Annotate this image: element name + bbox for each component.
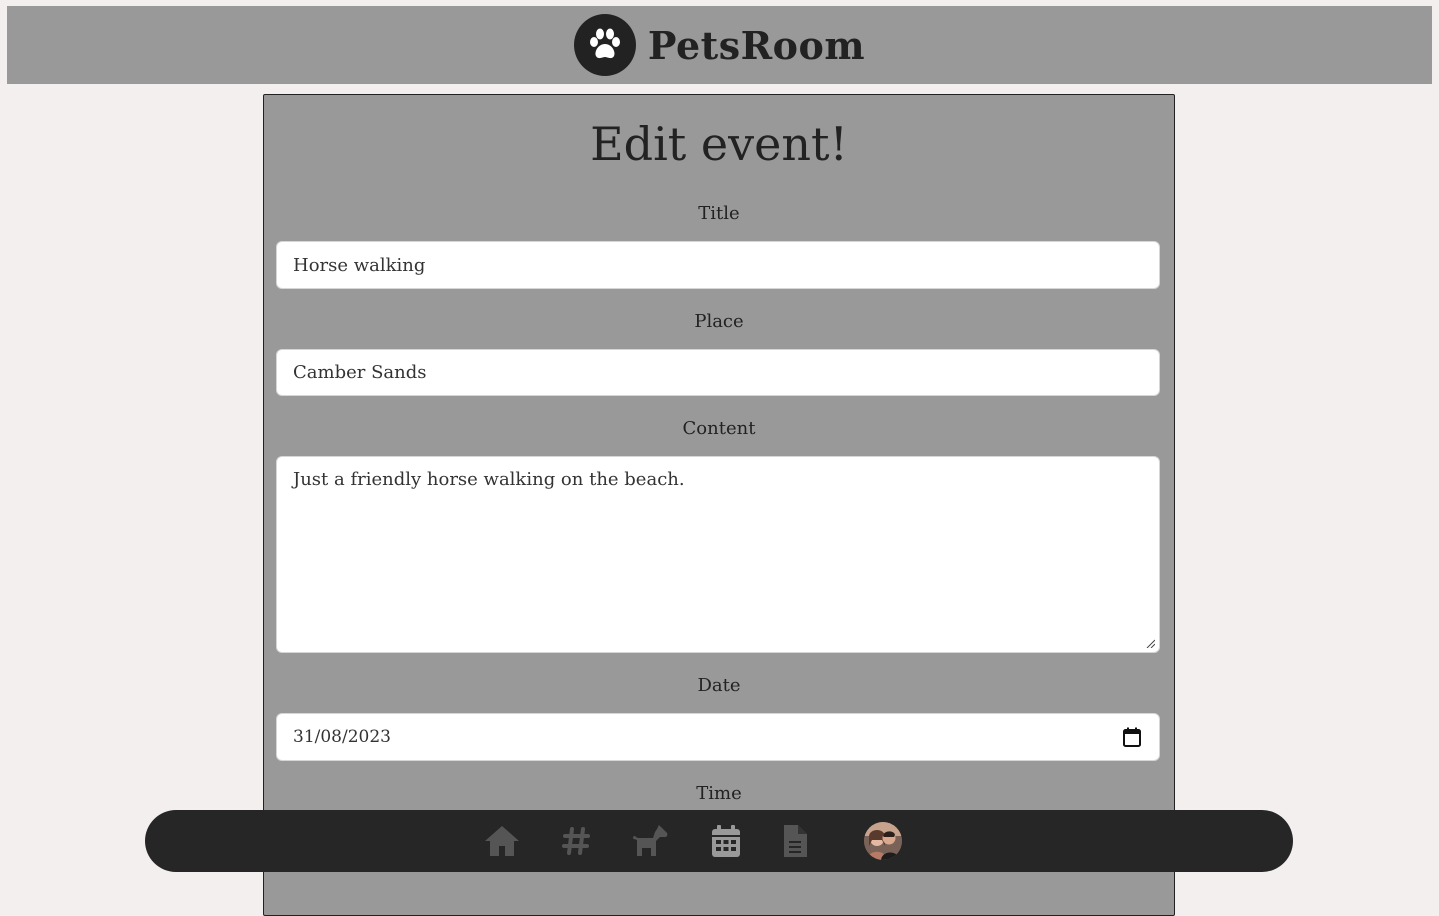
- calendar-icon: [712, 825, 740, 857]
- content-label: Content: [682, 418, 756, 439]
- date-label: Date: [697, 675, 741, 696]
- time-label: Time: [696, 783, 742, 804]
- bottom-navbar: [145, 810, 1293, 872]
- nav-feed[interactable]: [557, 822, 595, 860]
- home-icon: [485, 826, 519, 856]
- date-input-value: 31/08/2023: [293, 727, 391, 747]
- nav-events[interactable]: [707, 822, 745, 860]
- place-input[interactable]: Camber Sands: [276, 349, 1160, 396]
- date-input[interactable]: 31/08/2023: [276, 713, 1160, 761]
- resize-grip-icon[interactable]: [1145, 638, 1155, 648]
- content-textarea-value: Just a friendly horse walking on the bea…: [293, 469, 685, 490]
- paw-icon: [573, 14, 636, 76]
- nav-pets[interactable]: [631, 822, 669, 860]
- place-input-value: Camber Sands: [293, 362, 427, 383]
- title-input[interactable]: Horse walking: [276, 241, 1160, 289]
- brand-name: PetsRoom: [647, 22, 866, 68]
- title-input-value: Horse walking: [293, 254, 426, 276]
- calendar-picker-icon[interactable]: [1123, 727, 1141, 747]
- brand-logo[interactable]: PetsRoom: [573, 14, 866, 76]
- avatar[interactable]: [864, 822, 902, 860]
- nav-home[interactable]: [483, 822, 521, 860]
- edit-event-form: Edit event! Title Horse walking Place Ca…: [263, 94, 1175, 916]
- hashtag-icon: [562, 827, 590, 855]
- dog-icon: [632, 825, 668, 856]
- place-label: Place: [694, 311, 744, 332]
- profile-photo: [864, 822, 902, 860]
- content-textarea[interactable]: Just a friendly horse walking on the bea…: [276, 456, 1160, 653]
- site-header: PetsRoom: [7, 6, 1432, 84]
- nav-posts[interactable]: [776, 822, 814, 860]
- document-icon: [784, 825, 807, 857]
- page-title: Edit event!: [590, 117, 848, 171]
- title-label: Title: [698, 203, 740, 224]
